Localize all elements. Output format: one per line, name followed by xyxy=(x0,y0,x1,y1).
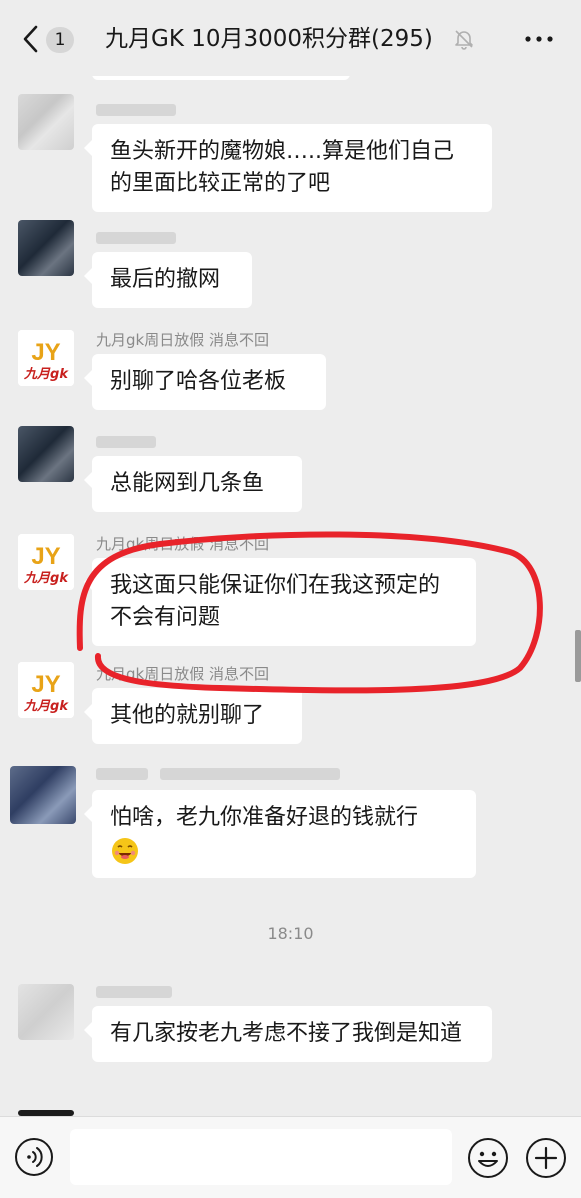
message-bubble[interactable]: 鱼头新开的魔物娘…..算是他们自己的里面比较正常的了吧 xyxy=(84,124,492,212)
avatar[interactable] xyxy=(18,94,74,150)
message-text: 其他的就别聊了 xyxy=(110,703,265,728)
emoji-icon[interactable] xyxy=(467,1137,509,1179)
mute-bell-icon xyxy=(455,30,473,50)
timestamp: 18:10 xyxy=(267,924,314,943)
message-text: 总能网到几条鱼 xyxy=(110,471,265,496)
message-text: 我这面只能保证你们在我这预定的 不会有问题 xyxy=(110,573,441,630)
message-input[interactable] xyxy=(70,1129,452,1185)
sender-name: 九月gk周日放假 消息不回 xyxy=(96,665,269,683)
voice-icon[interactable] xyxy=(14,1137,54,1177)
avatar[interactable] xyxy=(10,766,76,824)
message-bubble[interactable]: 我这面只能保证你们在我这预定的 不会有问题 xyxy=(84,558,476,646)
jiuyue-logo-icon: JY 九月gk xyxy=(18,534,74,590)
message-text: 鱼头新开的魔物娘…..算是他们自己的里面比较正常的了吧 xyxy=(110,139,454,196)
more-dots-icon[interactable] xyxy=(523,30,555,48)
message-bubble[interactable]: 其他的就别聊了 xyxy=(84,688,302,744)
sender-name-blurred xyxy=(96,232,176,244)
plus-icon[interactable] xyxy=(525,1137,567,1179)
svg-text:JY: JY xyxy=(31,339,60,366)
back-arrow-icon[interactable] xyxy=(20,24,42,54)
message-bubble[interactable]: 怕啥，老九你准备好退的钱就行 xyxy=(84,790,476,878)
svg-text:JY: JY xyxy=(31,671,60,698)
sender-name-blurred xyxy=(96,768,148,780)
input-bar xyxy=(0,1116,581,1198)
jiuyue-logo-icon: JY 九月gk xyxy=(18,330,74,386)
avatar-jiuyue-gk[interactable]: JY 九月gk xyxy=(18,330,74,386)
svg-text:JY: JY xyxy=(31,543,60,570)
chat-header: 1 九月GK 10月3000积分群(295) xyxy=(0,0,581,76)
message-text: 最后的撤网 xyxy=(110,267,221,292)
message-bubble[interactable]: 总能网到几条鱼 xyxy=(84,456,302,512)
avatar-jiuyue-gk[interactable]: JY 九月gk xyxy=(18,662,74,718)
svg-text:九月gk: 九月gk xyxy=(23,698,69,714)
message-text: 有几家按老九考虑不接了我倒是知道 xyxy=(110,1021,463,1046)
message-bubble[interactable]: 最后的撤网 xyxy=(84,252,252,308)
message-text: 怕啥，老九你准备好退的钱就行 xyxy=(110,805,419,830)
grin-emoji-icon xyxy=(112,838,138,864)
message-text: 别聊了哈各位老板 xyxy=(110,369,287,394)
scrollbar[interactable] xyxy=(575,630,581,682)
message-list[interactable]: 鱼头新开的魔物娘…..算是他们自己的里面比较正常的了吧 最后的撤网 JY 九月g… xyxy=(0,76,581,1116)
chat-title: 九月GK 10月3000积分群(295) xyxy=(105,26,433,52)
svg-text:九月gk: 九月gk xyxy=(23,366,69,382)
sender-name-blurred xyxy=(96,104,176,116)
avatar-jiuyue-gk[interactable]: JY 九月gk xyxy=(18,534,74,590)
avatar[interactable] xyxy=(18,426,74,482)
sender-name: 九月gk周日放假 消息不回 xyxy=(96,331,269,349)
jiuyue-logo-icon: JY 九月gk xyxy=(18,662,74,718)
unread-badge[interactable]: 1 xyxy=(46,27,74,53)
sender-name-blurred xyxy=(160,768,340,780)
sender-name: 九月gk周日放假 消息不回 xyxy=(96,535,269,553)
sender-name-blurred xyxy=(96,436,156,448)
partial-bubble xyxy=(92,76,350,80)
sender-name-blurred xyxy=(96,986,172,998)
message-bubble[interactable]: 别聊了哈各位老板 xyxy=(84,354,326,410)
avatar[interactable] xyxy=(18,984,74,1040)
message-bubble[interactable]: 有几家按老九考虑不接了我倒是知道 xyxy=(84,1006,492,1062)
avatar[interactable] xyxy=(18,220,74,276)
svg-text:九月gk: 九月gk xyxy=(23,570,69,586)
